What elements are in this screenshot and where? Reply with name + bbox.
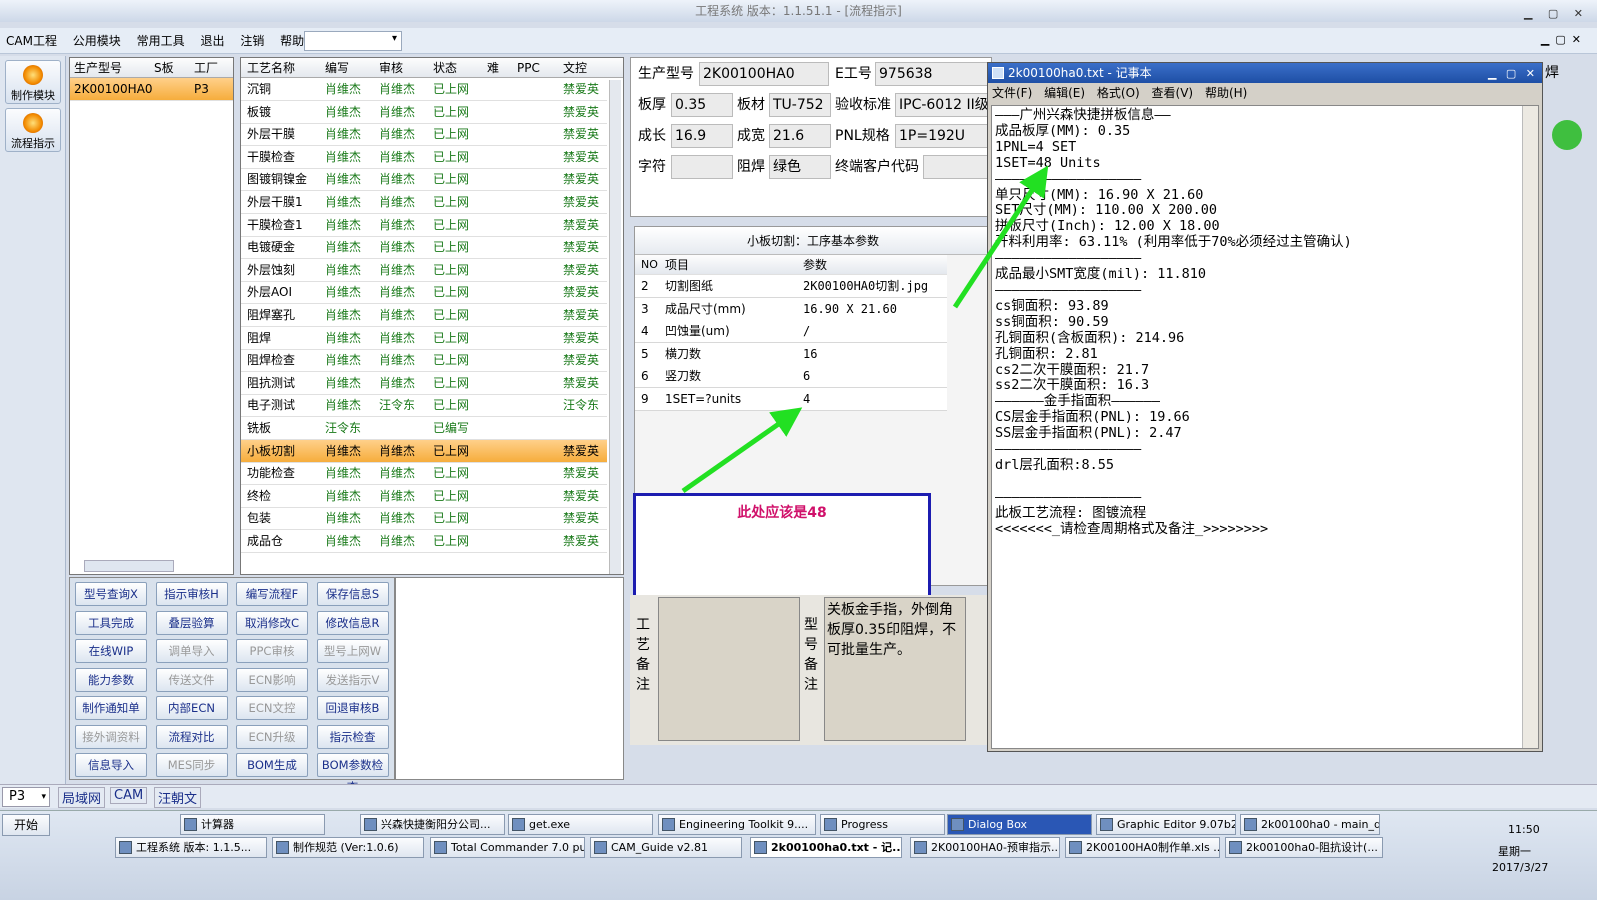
- taskbar-item[interactable]: 兴森快捷衡阳分公司...: [360, 814, 505, 835]
- taskbar-item[interactable]: 2K00100HA0-预审指示...: [910, 837, 1060, 858]
- app-icon: [662, 818, 675, 831]
- statusbar: P3 ▾ 局域网 CAM 汪朝文: [0, 784, 1597, 808]
- statusbar-combo-value: P3: [9, 789, 26, 804]
- tab-user[interactable]: 汪朝文: [154, 787, 202, 808]
- app-icon: [824, 818, 837, 831]
- app-icon: [1069, 841, 1082, 854]
- app-icon: [951, 818, 964, 831]
- taskbar-item-label: 2k00100ha0 - main_qa: [1261, 818, 1380, 831]
- taskbar-item[interactable]: get.exe: [508, 814, 653, 835]
- taskbar-item-label: 2k00100ha0.txt - 记...: [771, 841, 902, 854]
- app-icon: [1229, 841, 1242, 854]
- taskbar-item[interactable]: 2K00100HA0制作单.xls ...: [1065, 837, 1220, 858]
- taskbar-item-label: CAM_Guide v2.81: [611, 841, 708, 854]
- start-label: 开始: [13, 818, 38, 832]
- clock-weekday: 星期一: [1498, 845, 1531, 858]
- taskbar-item[interactable]: 制作规范 (Ver:1.0.6): [272, 837, 424, 858]
- app-icon: [914, 841, 927, 854]
- taskbar-item-label: 工程系统 版本: 1.1.5...: [136, 841, 252, 854]
- app-icon: [364, 818, 377, 831]
- taskbar-item-label: Graphic Editor 9.07b2 ...: [1117, 818, 1236, 831]
- taskbar-item[interactable]: Graphic Editor 9.07b2 ...: [1096, 814, 1236, 835]
- app-icon: [512, 818, 525, 831]
- taskbar-item[interactable]: Dialog Box: [947, 814, 1092, 835]
- taskbar-item-label: Progress: [841, 818, 888, 831]
- annotation-arrows: [681, 165, 1049, 494]
- tab-lan[interactable]: 局域网: [58, 787, 106, 808]
- tab-cam[interactable]: CAM: [110, 787, 148, 804]
- taskbar-item-label: 2K00100HA0-预审指示...: [931, 841, 1060, 854]
- taskbar-item-label: 2k00100ha0-阻抗设计(...: [1246, 841, 1378, 854]
- taskbar-item[interactable]: Engineering Toolkit 9....: [658, 814, 816, 835]
- taskbar-item[interactable]: 2k00100ha0-阻抗设计(...: [1225, 837, 1383, 858]
- taskbar-item[interactable]: 2k00100ha0 - main_qa: [1240, 814, 1380, 835]
- app-icon: [184, 818, 197, 831]
- taskbar-item[interactable]: 计算器: [180, 814, 325, 835]
- app-icon: [119, 841, 132, 854]
- app-icon: [434, 841, 447, 854]
- clock-date: 2017/3/27: [1492, 861, 1549, 874]
- taskbar-item-label: 制作规范 (Ver:1.0.6): [293, 841, 399, 854]
- chevron-down-icon: ▾: [41, 792, 46, 802]
- taskbar-item[interactable]: CAM_Guide v2.81: [590, 837, 742, 858]
- app-icon: [1244, 818, 1257, 831]
- arrow-to-notepad: [952, 165, 1049, 309]
- taskbar-item-label: 兴森快捷衡阳分公司...: [381, 818, 491, 831]
- app-icon: [276, 841, 289, 854]
- taskbar-item-label: Dialog Box: [968, 818, 1027, 831]
- taskbar-item-label: Total Commander 7.0 pu...: [451, 841, 585, 854]
- taskbar: 开始 11:50 星期一 2017/3/27 计算器 兴森快捷衡阳分公司... ge…: [0, 810, 1597, 900]
- statusbar-combo[interactable]: P3 ▾: [2, 787, 50, 807]
- app-icon: [1100, 818, 1113, 831]
- taskbar-item[interactable]: Total Commander 7.0 pu...: [430, 837, 585, 858]
- taskbar-item[interactable]: Progress: [820, 814, 945, 835]
- taskbar-item-label: 2K00100HA0制作单.xls ...: [1086, 841, 1220, 854]
- arrow-to-param: [681, 407, 803, 494]
- clock-time[interactable]: 11:50: [1508, 823, 1540, 836]
- taskbar-item[interactable]: 2k00100ha0.txt - 记...: [750, 837, 902, 858]
- app-icon: [754, 841, 767, 854]
- taskbar-item-label: get.exe: [529, 818, 571, 831]
- taskbar-item[interactable]: 工程系统 版本: 1.1.5...: [115, 837, 267, 858]
- start-button[interactable]: 开始: [2, 814, 50, 836]
- taskbar-item-label: 计算器: [201, 818, 234, 831]
- app-icon: [594, 841, 607, 854]
- taskbar-item-label: Engineering Toolkit 9....: [679, 818, 809, 831]
